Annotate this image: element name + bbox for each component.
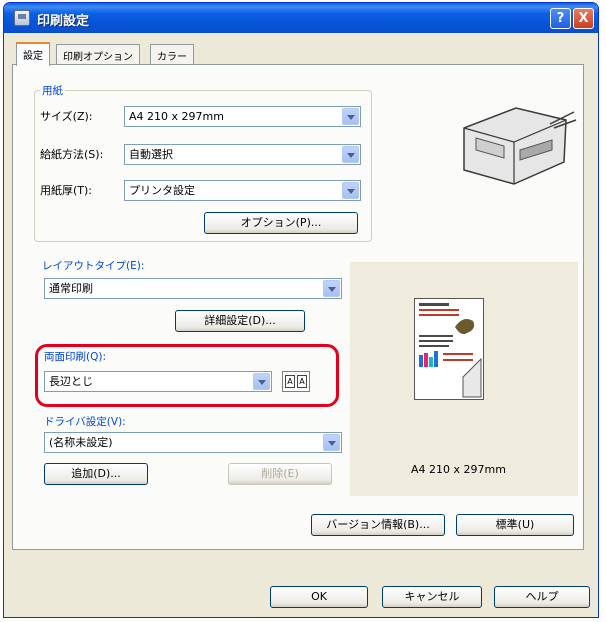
tab-print-options[interactable]: 印刷オプション: [56, 44, 140, 64]
paper-feed-label: 給紙方法(S):: [40, 148, 104, 161]
layout-type-label: レイアウトタイプ(E):: [40, 258, 147, 273]
detail-settings-button[interactable]: 詳細設定(D)...: [175, 310, 305, 332]
paper-group-title: 用紙: [40, 83, 65, 98]
duplex-highlight: [35, 344, 339, 407]
driver-settings-value: (名称未設定): [49, 436, 113, 449]
chevron-down-icon[interactable]: [323, 280, 340, 297]
version-info-button[interactable]: バージョン情報(B)...: [311, 514, 445, 536]
delete-button: 削除(E): [228, 463, 332, 485]
driver-settings-label: ドライバ設定(V):: [42, 414, 128, 429]
cancel-button[interactable]: キャンセル: [382, 586, 482, 608]
chevron-down-icon[interactable]: [342, 182, 359, 199]
printer-illustration-icon: [463, 107, 577, 185]
paper-thickness-label: 用紙厚(T):: [40, 184, 93, 197]
chevron-down-icon[interactable]: [342, 108, 359, 125]
page-preview-graphic: [419, 303, 482, 398]
add-button[interactable]: 追加(D)...: [44, 463, 148, 485]
paper-size-select[interactable]: A4 210 x 297mm: [124, 106, 361, 127]
layout-type-select[interactable]: 通常印刷: [44, 278, 342, 299]
chevron-down-icon[interactable]: [323, 434, 340, 451]
title-bar[interactable]: 印刷設定 ? X: [4, 3, 598, 33]
close-button[interactable]: X: [573, 8, 594, 29]
paper-thickness-select[interactable]: プリンタ設定: [124, 180, 361, 201]
paper-feed-select[interactable]: 自動選択: [124, 144, 361, 165]
ok-button[interactable]: OK: [270, 586, 368, 608]
printer-icon: [14, 10, 30, 26]
tab-color[interactable]: カラー: [150, 44, 194, 64]
chevron-down-icon[interactable]: [342, 146, 359, 163]
default-button[interactable]: 標準(U): [456, 514, 574, 536]
page-preview: [414, 298, 484, 400]
paper-size-value: A4 210 x 297mm: [129, 110, 224, 123]
paper-thickness-value: プリンタ設定: [129, 184, 195, 197]
help-button[interactable]: ヘルプ: [494, 586, 590, 608]
tab-settings[interactable]: 設定: [16, 42, 50, 66]
paper-size-label: サイズ(Z):: [40, 110, 93, 123]
driver-settings-select[interactable]: (名称未設定): [44, 432, 342, 453]
paper-feed-value: 自動選択: [129, 148, 173, 161]
layout-type-value: 通常印刷: [49, 282, 93, 295]
window-title: 印刷設定: [37, 14, 90, 29]
preview-paper-size: A4 210 x 297mm: [411, 463, 506, 476]
paper-options-button[interactable]: オプション(P)...: [204, 212, 358, 234]
help-title-button[interactable]: ?: [550, 8, 571, 29]
